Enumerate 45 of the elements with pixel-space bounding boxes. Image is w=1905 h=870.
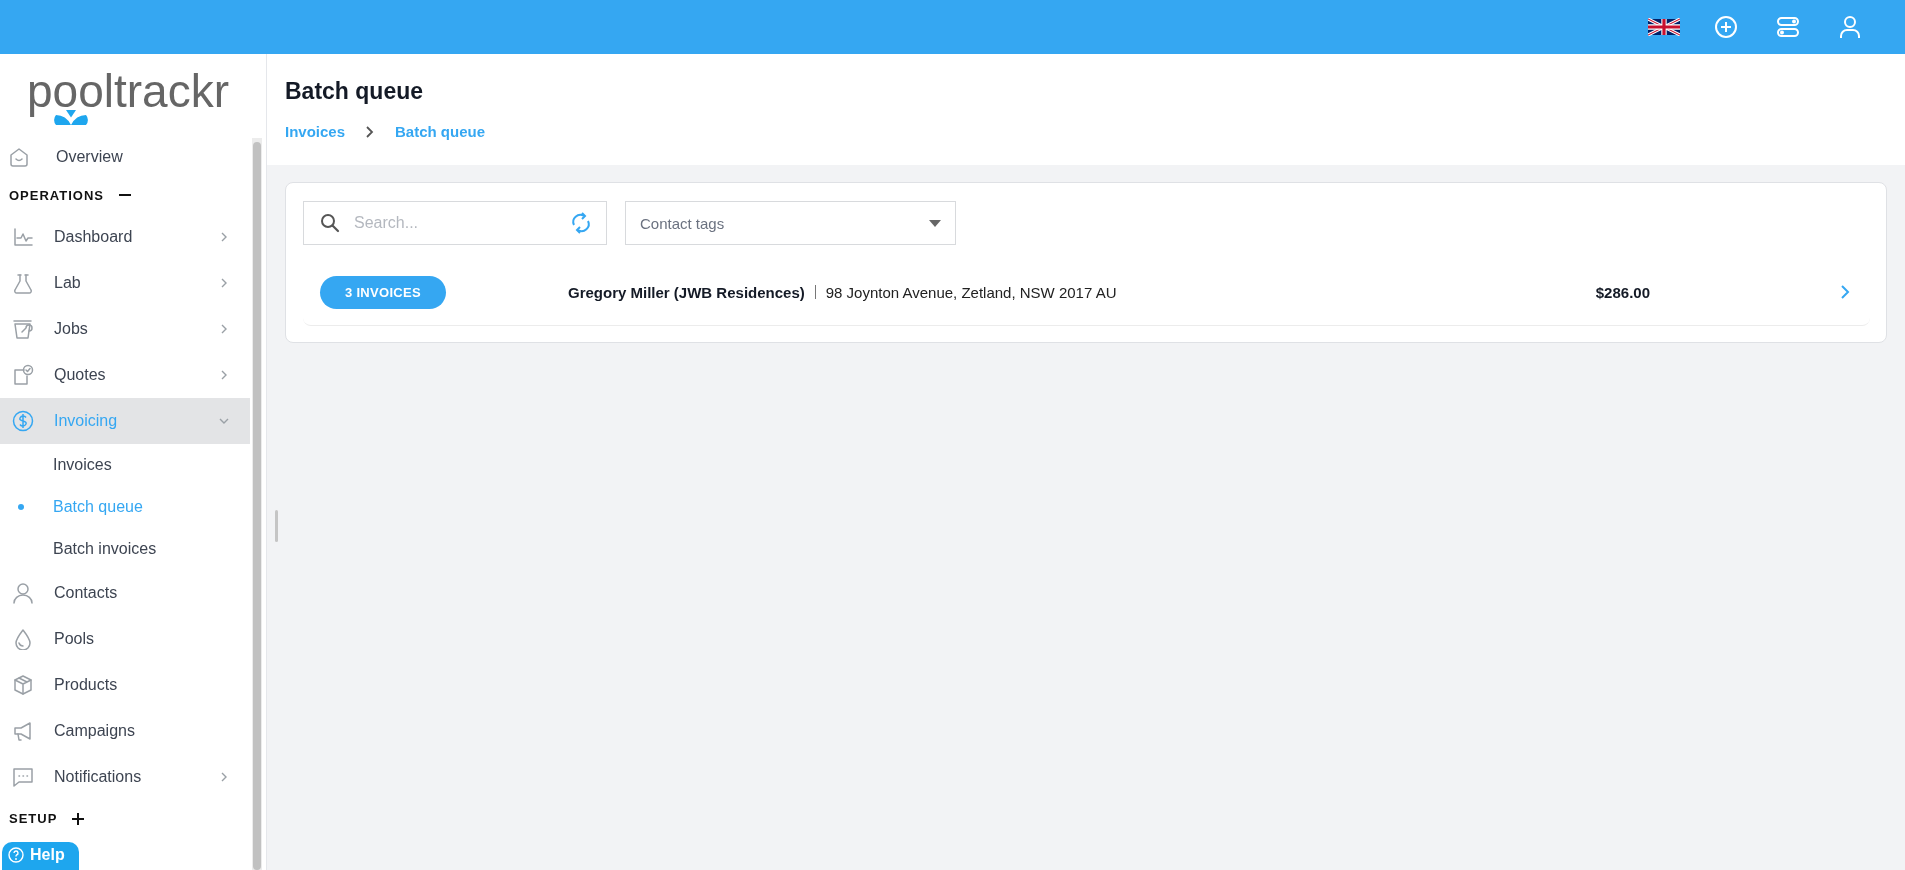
page-title: Batch queue [285, 77, 425, 105]
caret-down-icon [929, 219, 941, 227]
chart-icon [12, 226, 34, 249]
resize-handle[interactable] [275, 510, 278, 542]
nav-item[interactable]: Overview [0, 138, 250, 177]
chevron-right-icon [365, 125, 376, 138]
refresh-icon[interactable] [570, 211, 592, 235]
chat-icon [12, 765, 34, 788]
bucket-icon [12, 318, 34, 341]
chevron-right-icon[interactable] [1840, 285, 1850, 299]
scrollbar[interactable] [252, 138, 262, 870]
nav-item[interactable]: Products [0, 662, 250, 708]
home-icon [8, 146, 30, 169]
document-check-icon [12, 364, 34, 387]
nav-item[interactable]: Lab [0, 260, 250, 307]
amount-text: $286.00 [1595, 283, 1650, 301]
queue-row[interactable]: 3 INVOICES Gregory Miller (JWB Residences) 98 Joynton Avenue, Zetland, NSW 2017 AU $286.00 [303, 259, 1870, 326]
person-icon [12, 582, 34, 605]
search-field[interactable]: Search... [303, 201, 607, 245]
contact-name: Gregory Miller (JWB Residences) [568, 283, 805, 301]
toggles-icon[interactable] [1776, 15, 1800, 39]
expand-icon[interactable] [71, 811, 86, 826]
nav-item[interactable]: Notifications [0, 753, 250, 800]
nav-subitem[interactable]: Invoices [0, 444, 250, 487]
flask-icon [12, 272, 34, 295]
add-icon[interactable] [1714, 15, 1738, 39]
user-icon[interactable] [1838, 15, 1862, 39]
drop-icon [12, 628, 34, 651]
help-icon [8, 847, 24, 864]
nav-item[interactable]: Jobs [0, 306, 250, 353]
section-heading: OPERATIONS [9, 187, 104, 203]
nav-item[interactable]: Contacts [0, 570, 250, 617]
nav-item[interactable]: Campaigns [0, 708, 250, 754]
search-icon [320, 213, 340, 233]
section-heading: SETUP [9, 811, 58, 827]
box-icon [12, 674, 34, 697]
nav-item[interactable]: Pools [0, 616, 250, 663]
nav-subitem[interactable]: Batch invoices [0, 528, 250, 571]
contact-tags-dropdown[interactable]: Contact tags [625, 201, 956, 245]
address-text: 98 Joynton Avenue, Zetland, NSW 2017 AU [825, 283, 1117, 301]
uk-flag-icon[interactable] [1648, 18, 1680, 36]
megaphone-icon [12, 719, 34, 742]
dollar-icon [12, 410, 34, 433]
nav-item[interactable]: Quotes [0, 352, 250, 399]
nav-item[interactable]: Dashboard [0, 214, 250, 261]
